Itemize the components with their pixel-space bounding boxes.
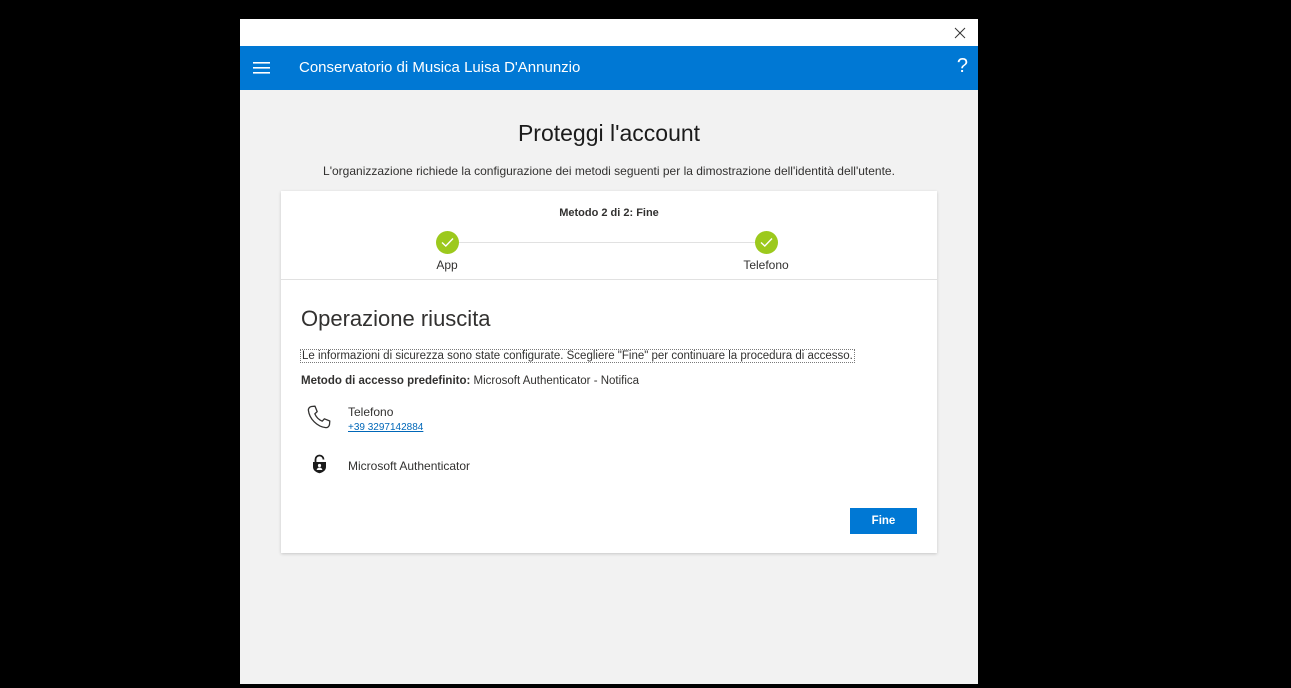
organization-title: Conservatorio di Musica Luisa D'Annunzio [299, 59, 581, 76]
checkmark-icon [441, 238, 454, 247]
step-label-phone: Telefono [743, 258, 789, 272]
authenticator-lock-icon [311, 454, 328, 474]
default-method-label: Metodo di accesso predefinito: [301, 375, 471, 387]
checkmark-icon [760, 238, 773, 247]
default-method-value: Microsoft Authenticator - Notifica [470, 375, 640, 387]
step-label-app: App [436, 258, 458, 272]
phone-number-link[interactable]: +39 3297142884 [348, 422, 423, 433]
dialog-window: Conservatorio di Musica Luisa D'Annunzio… [240, 19, 978, 684]
method-authenticator-label: Microsoft Authenticator [348, 459, 471, 473]
step-app-status [436, 231, 459, 254]
method-phone-label: Telefono [348, 405, 394, 419]
window-titlebar [240, 19, 978, 46]
step-connector [459, 242, 767, 243]
help-button[interactable]: ? [957, 56, 968, 76]
progress-stepper: Metodo 2 di 2: Fine App Telefono [281, 191, 937, 280]
success-message: Le informazioni di sicurezza sono state … [300, 349, 855, 363]
success-title: Operazione riuscita [301, 306, 491, 331]
step-heading: Metodo 2 di 2: Fine [559, 207, 659, 219]
finish-button[interactable]: Fine [850, 508, 917, 534]
hamburger-menu-icon [253, 62, 270, 74]
menu-button[interactable] [251, 58, 273, 78]
close-button[interactable] [950, 23, 970, 43]
page-title: Proteggi l'account [517, 120, 701, 146]
page-subtitle: L'organizzazione richiede la configurazi… [323, 164, 895, 178]
default-method: Metodo di accesso predefinito: Microsoft… [301, 375, 639, 387]
step-phone-status [755, 231, 778, 254]
close-icon [954, 27, 966, 39]
phone-icon [305, 403, 333, 431]
app-header: Conservatorio di Musica Luisa D'Annunzio… [240, 46, 978, 90]
setup-card: Metodo 2 di 2: Fine App Telefono Operazi… [281, 191, 937, 553]
